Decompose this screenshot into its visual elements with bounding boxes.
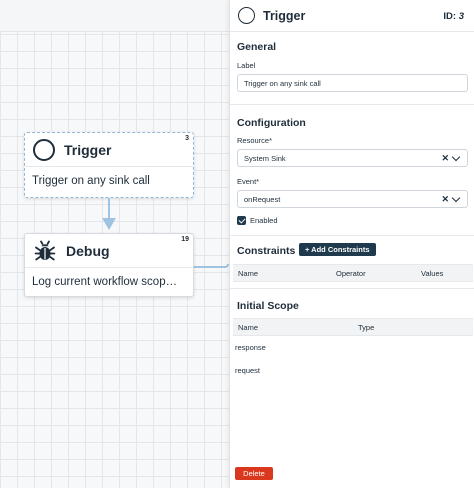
edge-outgoing bbox=[194, 264, 229, 268]
panel-title: Trigger bbox=[263, 8, 306, 23]
panel-id-label: ID: bbox=[443, 11, 457, 22]
scope-row-response: response bbox=[235, 343, 266, 352]
edge-arrow-icon bbox=[102, 218, 116, 230]
scope-col-type: Type bbox=[358, 323, 375, 332]
trigger-node[interactable]: Trigger 3 Trigger on any sink call bbox=[24, 132, 194, 198]
section-divider bbox=[230, 288, 474, 289]
resource-field-label: Resource* bbox=[237, 136, 273, 145]
clear-icon[interactable]: ✕ bbox=[441, 153, 449, 164]
constraints-col-operator: Operator bbox=[336, 269, 366, 278]
constraints-col-values: Values bbox=[421, 269, 444, 278]
event-field-label: Event* bbox=[237, 177, 260, 186]
scope-row-request: request bbox=[235, 366, 261, 375]
trigger-node-id: 3 bbox=[185, 135, 189, 142]
node-properties-panel: Trigger ID: 3 General Label Configuratio… bbox=[229, 0, 474, 488]
scope-col-name: Name bbox=[238, 323, 259, 332]
panel-node-id: ID: 3 bbox=[443, 11, 464, 22]
resource-select[interactable]: System Sink ✕ bbox=[237, 149, 468, 167]
constraints-col-name: Name bbox=[238, 269, 259, 278]
bug-icon bbox=[34, 240, 56, 260]
circle-icon bbox=[238, 7, 255, 24]
workflow-canvas[interactable]: Trigger 3 Trigger on any sink call Debug… bbox=[0, 0, 229, 488]
event-select-value: onRequest bbox=[244, 194, 281, 204]
circle-icon bbox=[33, 138, 55, 161]
debug-node[interactable]: Debug 19 Log current workflow scop… bbox=[24, 233, 194, 297]
add-constraints-button[interactable]: + Add Constraints bbox=[299, 243, 376, 256]
trigger-node-label: Trigger on any sink call bbox=[32, 175, 150, 187]
enabled-checkbox-row[interactable]: Enabled bbox=[237, 216, 278, 225]
section-divider bbox=[230, 235, 474, 236]
debug-node-header: Debug 19 bbox=[25, 234, 193, 268]
debug-node-label: Log current workflow scop… bbox=[32, 276, 178, 288]
debug-node-id: 19 bbox=[181, 236, 189, 243]
section-initial-scope-title: Initial Scope bbox=[237, 300, 299, 312]
trigger-node-header: Trigger 3 bbox=[25, 133, 193, 167]
constraints-table-header: Name Operator Values bbox=[233, 264, 473, 282]
delete-button[interactable]: Delete bbox=[235, 467, 273, 480]
section-constraints-title: Constraints bbox=[237, 245, 296, 257]
enabled-checkbox-label: Enabled bbox=[250, 216, 278, 225]
trigger-node-title: Trigger bbox=[64, 141, 112, 158]
enabled-checkbox[interactable] bbox=[237, 216, 246, 225]
clear-icon[interactable]: ✕ bbox=[441, 194, 449, 205]
canvas-toolbar bbox=[0, 0, 229, 32]
section-general-title: General bbox=[237, 41, 277, 53]
edge-connector bbox=[108, 198, 110, 220]
chevron-down-icon[interactable] bbox=[451, 152, 461, 161]
label-field-label: Label bbox=[237, 61, 256, 70]
debug-node-title: Debug bbox=[66, 242, 110, 259]
panel-header: Trigger ID: 3 bbox=[230, 0, 474, 32]
label-input[interactable] bbox=[237, 74, 468, 92]
scope-table-header: Name Type bbox=[233, 318, 473, 336]
panel-id-value: 3 bbox=[458, 11, 464, 22]
section-divider bbox=[230, 104, 474, 105]
section-configuration-title: Configuration bbox=[237, 117, 306, 129]
chevron-down-icon[interactable] bbox=[451, 193, 461, 202]
event-select[interactable]: onRequest ✕ bbox=[237, 190, 468, 208]
resource-select-value: System Sink bbox=[244, 153, 286, 163]
